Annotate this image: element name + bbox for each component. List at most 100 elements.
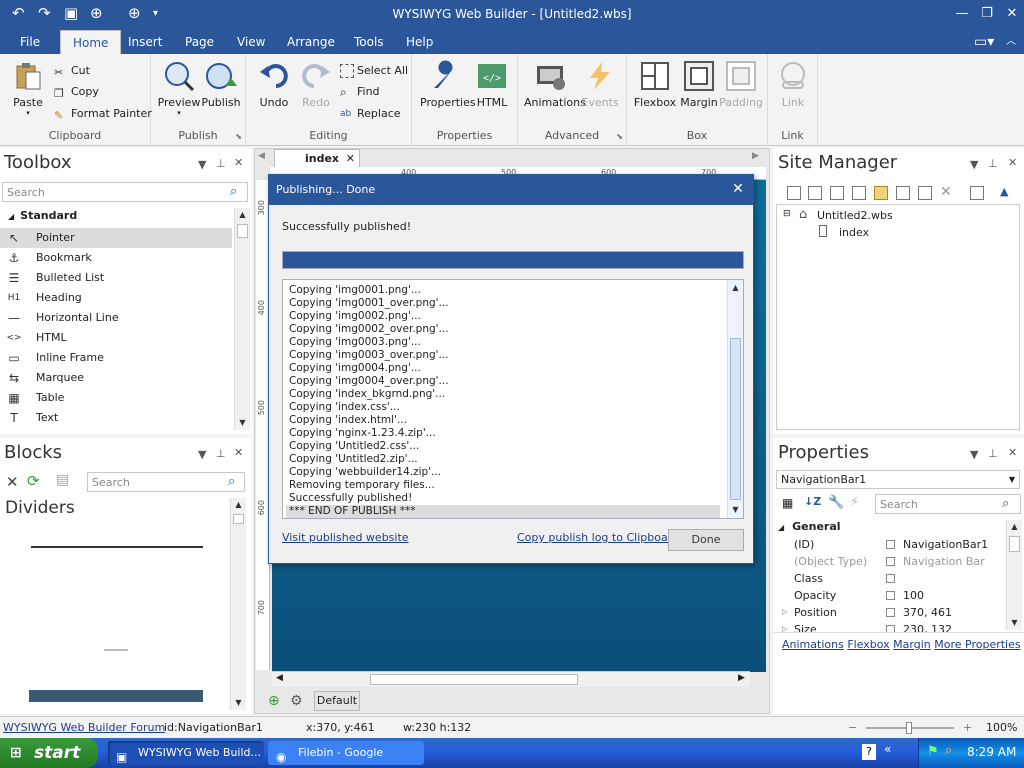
toolbox-item-inline-frame[interactable]: ▭ Inline Frame <box>0 348 232 368</box>
zoom-out-icon[interactable]: − <box>848 721 857 734</box>
done-button[interactable]: Done <box>668 529 744 551</box>
property-editor-icon[interactable] <box>886 591 895 600</box>
categorized-view-icon[interactable]: ▦ <box>782 496 793 510</box>
page-settings-icon[interactable]: ⚙ <box>290 693 303 709</box>
breakpoint-default-tab[interactable]: Default <box>314 691 360 711</box>
restore-button[interactable]: ❐ <box>975 4 999 24</box>
property-row[interactable]: ▷ Position 370, 461 <box>776 604 1006 621</box>
divider-preview[interactable] <box>31 546 203 548</box>
close-button[interactable]: ✕ <box>1000 4 1024 24</box>
toolbox-scrollbar[interactable]: ▲ ▼ <box>234 208 250 430</box>
display-options-icon[interactable]: ▭▾ <box>972 30 996 54</box>
toolbox-item-html[interactable]: <> HTML <box>0 328 232 348</box>
tray-overflow-icon[interactable]: « <box>884 742 891 756</box>
tree-collapse-icon[interactable]: ⊟ <box>783 209 791 219</box>
panel-menu-icon[interactable]: ▼ <box>198 448 206 461</box>
events-lightning-icon[interactable]: ⚡ <box>850 495 859 510</box>
delete-block-icon[interactable]: ✕ <box>6 473 19 491</box>
new-page-icon[interactable] <box>787 186 801 200</box>
find-button[interactable]: ⌕ Find <box>340 83 380 101</box>
add-page-icon[interactable]: ⊕ <box>268 693 280 709</box>
page-settings-icon[interactable] <box>970 186 984 200</box>
select-all-button[interactable]: Select All <box>340 62 408 80</box>
publish-log[interactable]: Copying 'img0001.png'... Copying 'img0001… <box>282 279 744 519</box>
copy-log-link[interactable]: Copy publish log to Clipboard <box>517 531 679 544</box>
toolbox-item-bulleted-list[interactable]: ☰ Bulleted List <box>0 268 232 288</box>
margin-button[interactable]: Margin <box>677 58 721 109</box>
expand-arrow-icon[interactable]: ▷ <box>782 621 787 632</box>
property-value[interactable]: 370, 461 <box>903 604 952 621</box>
property-row[interactable]: ▷ Size 230, 132 <box>776 621 1006 632</box>
visit-website-link[interactable]: Visit published website <box>282 531 409 544</box>
page-properties-icon[interactable] <box>830 186 844 200</box>
property-row[interactable]: (ID) NavigationBar1 <box>776 536 1006 553</box>
tab-file[interactable]: File <box>18 30 42 54</box>
events-button[interactable]: Events <box>578 58 622 109</box>
tab-insert[interactable]: Insert <box>126 30 164 54</box>
properties-search-input[interactable]: Search <box>875 494 1021 514</box>
rename-page-icon[interactable] <box>896 186 910 200</box>
move-up-icon[interactable]: ▲ <box>1000 185 1008 198</box>
pin-icon[interactable]: ⊥ <box>216 157 226 170</box>
undo-button[interactable]: Undo <box>252 58 296 109</box>
general-section-header[interactable]: ◢ General <box>778 520 841 533</box>
padding-button[interactable]: Padding <box>719 58 763 109</box>
new-page-template-icon[interactable] <box>808 186 822 200</box>
zoom-slider-thumb[interactable] <box>906 722 912 734</box>
dialog-close-icon[interactable]: ✕ <box>729 180 747 198</box>
publish-button[interactable]: Publish <box>199 58 243 109</box>
wrench-icon[interactable]: 🔧 <box>828 495 844 510</box>
object-selector[interactable]: NavigationBar1 ▼ <box>776 470 1020 489</box>
tab-help[interactable]: Help <box>404 30 435 54</box>
tab-view[interactable]: View <box>235 30 267 54</box>
property-editor-icon[interactable] <box>886 540 895 549</box>
document-tab-index[interactable]: index ✕ <box>274 149 360 167</box>
duplicate-page-icon[interactable] <box>918 186 932 200</box>
margin-link[interactable]: Margin <box>893 638 931 651</box>
tab-home[interactable]: Home <box>60 30 122 54</box>
tab-scroll-left-icon[interactable]: ◀ <box>258 151 265 161</box>
toolbox-item-pointer[interactable]: ↖ Pointer <box>0 228 232 248</box>
search-icon[interactable]: ⌕ <box>230 184 237 199</box>
scroll-up-arrow-icon[interactable]: ▲ <box>235 208 250 222</box>
refresh-icon[interactable]: ⟳ <box>27 472 40 490</box>
taskbar-item-chrome[interactable]: ◉ Filebin - Google Chrome <box>268 741 424 765</box>
scroll-down-arrow-icon[interactable]: ▼ <box>728 503 743 517</box>
property-row[interactable]: (Object Type) Navigation Bar <box>776 553 1006 570</box>
pin-icon[interactable]: ⊥ <box>216 447 226 460</box>
site-page-index[interactable]: index <box>839 226 869 239</box>
blocks-scrollbar[interactable]: ▲ ▼ <box>230 498 246 710</box>
add-folder-icon[interactable]: ▤ <box>56 472 69 488</box>
toolbox-item-horizontal-line[interactable]: — Horizontal Line <box>0 308 232 328</box>
network-icon[interactable]: ⚑ <box>927 744 939 759</box>
toolbox-item-text[interactable]: T Text <box>0 408 232 428</box>
collapse-ribbon-icon[interactable]: ︿ <box>1004 30 1018 54</box>
tab-page[interactable]: Page <box>183 30 216 54</box>
external-page-icon[interactable] <box>852 186 866 200</box>
flexbox-button[interactable]: Flexbox <box>633 58 677 109</box>
property-row[interactable]: Class <box>776 570 1006 587</box>
scroll-left-arrow-icon[interactable]: ◀ <box>276 673 283 683</box>
panel-close-icon[interactable]: ✕ <box>1008 446 1017 459</box>
toolbox-item-table[interactable]: ▦ Table <box>0 388 232 408</box>
forum-link[interactable]: WYSIWYG Web Builder Forum <box>3 721 165 734</box>
h-scroll-thumb[interactable] <box>370 674 578 685</box>
scroll-up-arrow-icon[interactable]: ▲ <box>1007 520 1022 534</box>
start-button[interactable]: ⊞ start <box>0 738 98 768</box>
minimize-button[interactable]: — <box>950 4 974 24</box>
panel-menu-icon[interactable]: ▼ <box>198 158 206 171</box>
property-value[interactable]: Navigation Bar <box>903 553 985 570</box>
panel-menu-icon[interactable]: ▼ <box>970 448 978 461</box>
scroll-thumb[interactable] <box>1009 536 1020 552</box>
panel-close-icon[interactable]: ✕ <box>1008 156 1017 169</box>
link-button[interactable]: Link <box>771 58 815 109</box>
toolbox-item-heading[interactable]: H1 Heading <box>0 288 232 308</box>
cut-button[interactable]: ✂ Cut <box>54 62 90 80</box>
copy-button[interactable]: ❐ Copy <box>54 83 99 101</box>
tab-close-icon[interactable]: ✕ <box>346 150 355 167</box>
html-button[interactable]: </> HTML <box>470 58 514 109</box>
tab-tools[interactable]: Tools <box>352 30 386 54</box>
editor-h-scrollbar[interactable]: ◀ ▶ <box>272 671 750 687</box>
help-icon[interactable]: ? <box>862 744 876 760</box>
toolbox-item-marquee[interactable]: ⇆ Marquee <box>0 368 232 388</box>
